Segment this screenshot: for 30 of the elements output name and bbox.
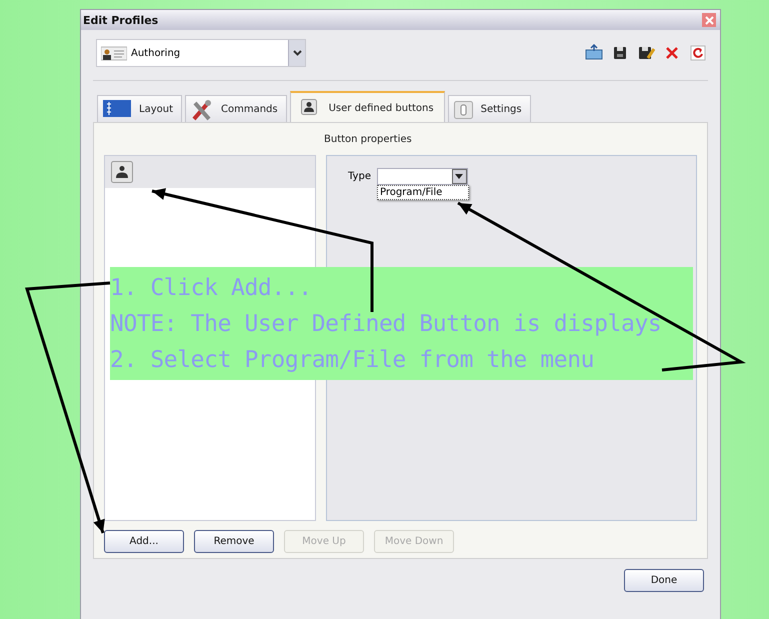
tray-icon: [585, 44, 603, 62]
chevron-down-icon: [455, 174, 464, 179]
chevron-down-icon: [292, 50, 302, 56]
tab[interactable]: Settings: [448, 95, 531, 123]
tools-icon: [191, 98, 213, 120]
close-icon: [704, 16, 714, 24]
profile-dropdown[interactable]: Authoring: [96, 39, 306, 67]
type-dropdown[interactable]: [376, 168, 468, 185]
window-title: Edit Profiles: [83, 14, 158, 26]
done-button[interactable]: Done: [624, 569, 704, 592]
annotation-text: 1. Click Add...: [110, 274, 313, 302]
tab[interactable]: User defined buttons: [290, 91, 445, 123]
refresh-button[interactable]: [688, 43, 708, 63]
person-icon: [111, 161, 133, 183]
person-icon: [300, 99, 317, 117]
close-button[interactable]: [702, 13, 716, 27]
profile-card-icon: [101, 45, 127, 61]
switch-icon: [454, 100, 473, 118]
annotation-text: 2. Select Program/File from the menu: [110, 346, 596, 374]
annotation-text: NOTE: The User Defined Button is displays: [110, 310, 662, 338]
tab[interactable]: Commands: [185, 95, 287, 123]
tab[interactable]: Layout: [97, 95, 182, 123]
floppy-icon: [611, 44, 629, 62]
floppy-pencil-icon: [637, 44, 655, 62]
section-label: Button properties: [324, 134, 412, 144]
field-label: Type: [348, 170, 371, 182]
menu-option[interactable]: Program/File: [376, 185, 469, 200]
list-button[interactable]: Add...: [104, 530, 184, 553]
refresh-icon: [689, 44, 707, 62]
list-button[interactable]: Remove: [194, 530, 274, 553]
